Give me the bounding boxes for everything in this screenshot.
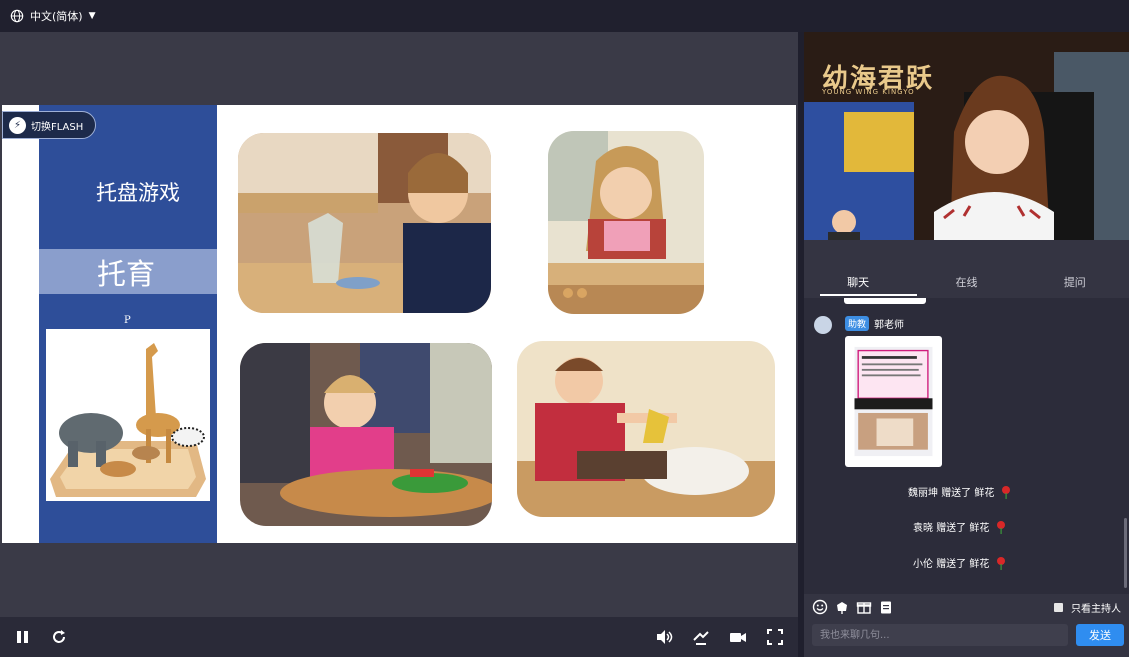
top-bar: 中文(简体) ▼ [0,0,1129,32]
chat-toolbar: 只看主持人 [804,594,1129,620]
photo-boy-pouring [238,133,491,313]
chat-tabs: 聊天 在线 提问 [804,270,1129,298]
gift-user: 魏丽坤 [908,488,938,499]
gift-verb: 赠送了 [941,488,972,499]
refresh-icon[interactable] [50,628,68,646]
gift-item: 鲜花 [969,559,990,570]
slide-subtitle: 托育 [97,257,156,291]
previous-message-stub [844,298,926,304]
animal-toys-image [46,329,210,501]
gift-message: 魏丽坤 赠送了 鲜花 [908,484,1012,499]
active-tab-indicator [820,294,917,296]
photo-boy-bowl [517,341,775,517]
line-switch-icon[interactable] [692,628,710,646]
gift-message: 袁晓 赠送了 鲜花 [913,519,1007,534]
bolt-icon: ⚡ [9,116,26,134]
flower-icon[interactable] [834,599,850,615]
globe-icon[interactable] [10,9,24,23]
chat-input-row: 发送 [812,624,1124,648]
avatar [814,316,832,334]
chat-input[interactable] [812,624,1068,646]
slide-p-label: P [124,315,131,326]
photo-toddler-table [240,343,492,526]
tab-online[interactable]: 在线 [912,270,1020,298]
gift-item: 鲜花 [974,488,995,499]
rose-icon [997,520,1006,534]
gift-verb: 赠送了 [936,523,967,534]
emoji-icon[interactable] [812,599,828,615]
gift-icon[interactable] [856,599,872,615]
gift-verb: 赠送了 [936,559,967,570]
sender-name: 郭老师 [874,320,904,331]
gift-message: 小伦 赠送了 鲜花 [913,555,1007,570]
assistant-badge: 助教 [845,316,870,331]
photo-girl-wooden-board [548,131,704,314]
slide: 托盘游戏 托育 P [2,105,796,543]
chevron-down-icon[interactable]: ▼ [89,11,96,21]
fullscreen-icon[interactable] [766,628,784,646]
teacher-video[interactable]: 幼海君跃 YOUNG WING KINGYO [804,32,1129,240]
host-only-toggle[interactable]: 只看主持人 [1054,600,1121,615]
language-selector[interactable]: 中文(简体) [30,8,83,24]
rose-icon [1002,485,1011,499]
gift-user: 小伦 [913,559,933,570]
rose-icon [997,556,1006,570]
camera-icon[interactable] [729,628,747,646]
host-only-label: 只看主持人 [1071,603,1121,615]
presentation-stage: 托盘游戏 托育 P ⚡ 切换FLASH [0,32,798,617]
gift-item: 鲜花 [969,523,990,534]
send-button[interactable]: 发送 [1076,624,1124,646]
notes-icon[interactable] [878,599,894,615]
side-panel: 幼海君跃 YOUNG WING KINGYO 聊天 在线 提问 助教 郭老师 魏… [804,32,1129,657]
brand-logo-sub: YOUNG WING KINGYO [822,88,915,96]
chat-scrollbar[interactable] [1124,518,1127,588]
pause-icon[interactable] [14,628,32,646]
playback-controls [0,617,798,657]
chat-image-message[interactable] [845,336,942,467]
chat-messages[interactable]: 助教 郭老师 魏丽坤 赠送了 鲜花 袁晓 赠送了 鲜花 小伦 赠送了 鲜花 [804,298,1129,594]
tab-questions[interactable]: 提问 [1021,270,1129,298]
switch-flash-button[interactable]: ⚡ 切换FLASH [2,111,96,139]
volume-icon[interactable] [655,628,673,646]
slide-title: 托盘游戏 [96,181,180,205]
gift-user: 袁晓 [913,523,933,534]
switch-flash-label: 切换FLASH [31,121,84,133]
host-only-checkbox[interactable] [1054,602,1063,612]
